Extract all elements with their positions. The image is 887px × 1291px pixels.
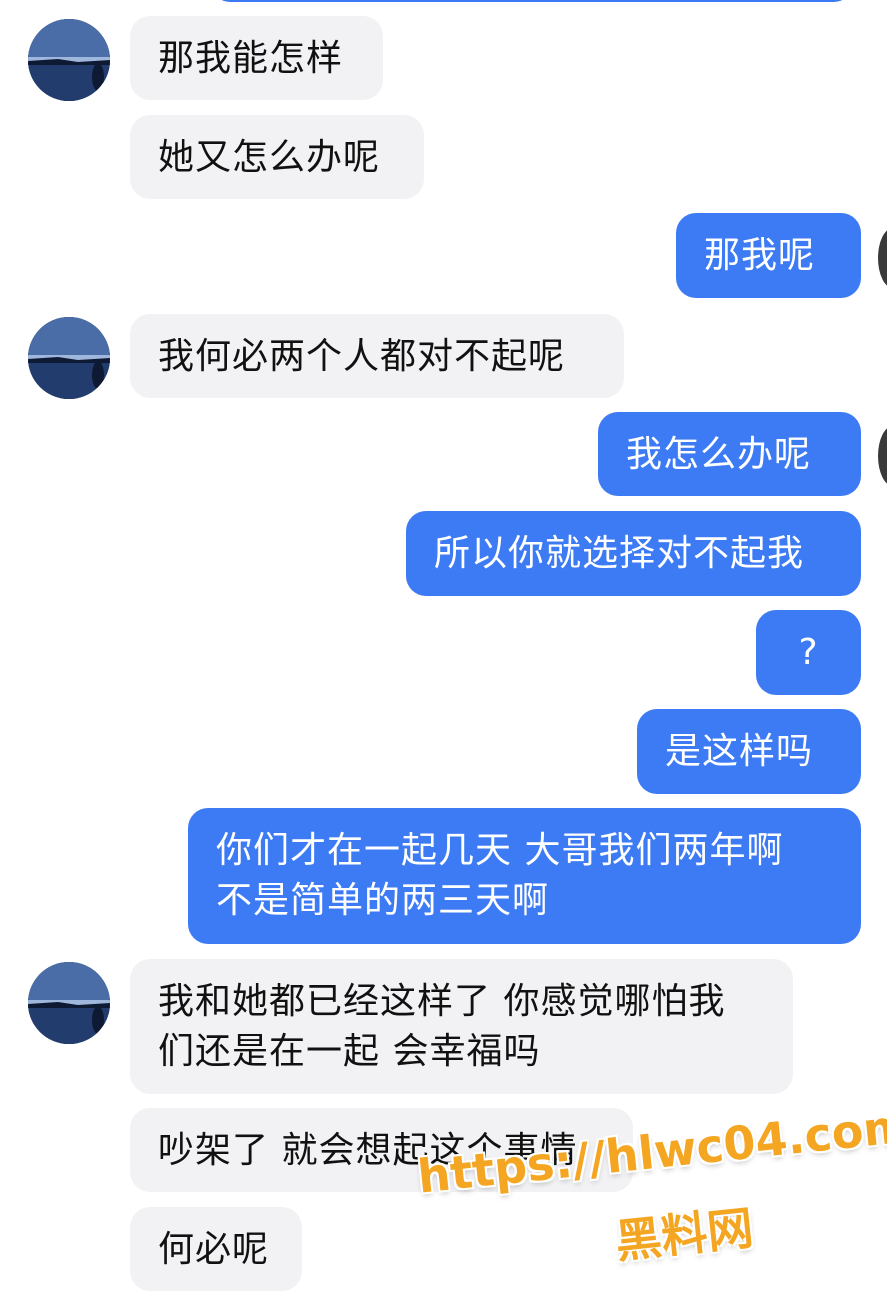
avatar-lake-icon [28, 317, 110, 399]
message-bubble-outgoing[interactable]: ? [756, 610, 861, 695]
message-bubble-incoming[interactable]: 我和她都已经这样了 你感觉哪怕我 们还是在一起 会幸福吗 [130, 959, 793, 1094]
message-bubble-outgoing[interactable]: 是这样吗 [637, 709, 861, 794]
message-text: 我何必两个人都对不起呢 [158, 336, 566, 377]
user-avatar[interactable] [878, 426, 887, 486]
message-text: 她又怎么办呢 [158, 137, 381, 178]
message-bubble-incoming[interactable]: 何必呢 [130, 1207, 302, 1291]
avatar-lake-icon [28, 19, 110, 101]
message-bubble-outgoing[interactable]: 那我呢 [676, 213, 861, 298]
message-text: 那我呢 [704, 235, 816, 276]
watermark-site-name: 黑料网 [612, 1200, 756, 1269]
message-bubble-incoming[interactable]: 她又怎么办呢 [130, 115, 424, 199]
message-text-line: 我和她都已经这样了 你感觉哪怕我 [158, 981, 726, 1022]
message-text: 何必呢 [158, 1229, 270, 1270]
message-bubble-outgoing[interactable]: 你们才在一起几天 大哥我们两年啊 不是简单的两三天啊 [188, 808, 861, 944]
user-avatar[interactable] [878, 228, 887, 288]
avatar-lake-icon [28, 962, 110, 1044]
message-text: ? [798, 632, 819, 673]
message-text: 那我能怎样 [158, 38, 344, 79]
contact-avatar[interactable] [28, 962, 110, 1044]
contact-avatar[interactable] [28, 317, 110, 399]
message-bubble-incoming[interactable]: 我何必两个人都对不起呢 [130, 314, 624, 398]
message-text: 我怎么办呢 [626, 434, 812, 475]
message-text: 是这样吗 [665, 731, 814, 772]
message-text-line: 们还是在一起 会幸福吗 [158, 1031, 541, 1072]
message-text: 所以你就选择对不起我 [434, 533, 805, 574]
message-bubble-outgoing[interactable]: 我怎么办呢 [598, 412, 861, 496]
message-bubble-incoming[interactable]: 那我能怎样 [130, 16, 383, 100]
message-text-line: 不是简单的两三天啊 [216, 880, 550, 921]
message-bubble-outgoing[interactable]: 所以你就选择对不起我 [406, 511, 861, 596]
previous-message-bubble-edge [212, 0, 852, 2]
contact-avatar[interactable] [28, 19, 110, 101]
message-text-line: 你们才在一起几天 大哥我们两年啊 [216, 830, 784, 871]
